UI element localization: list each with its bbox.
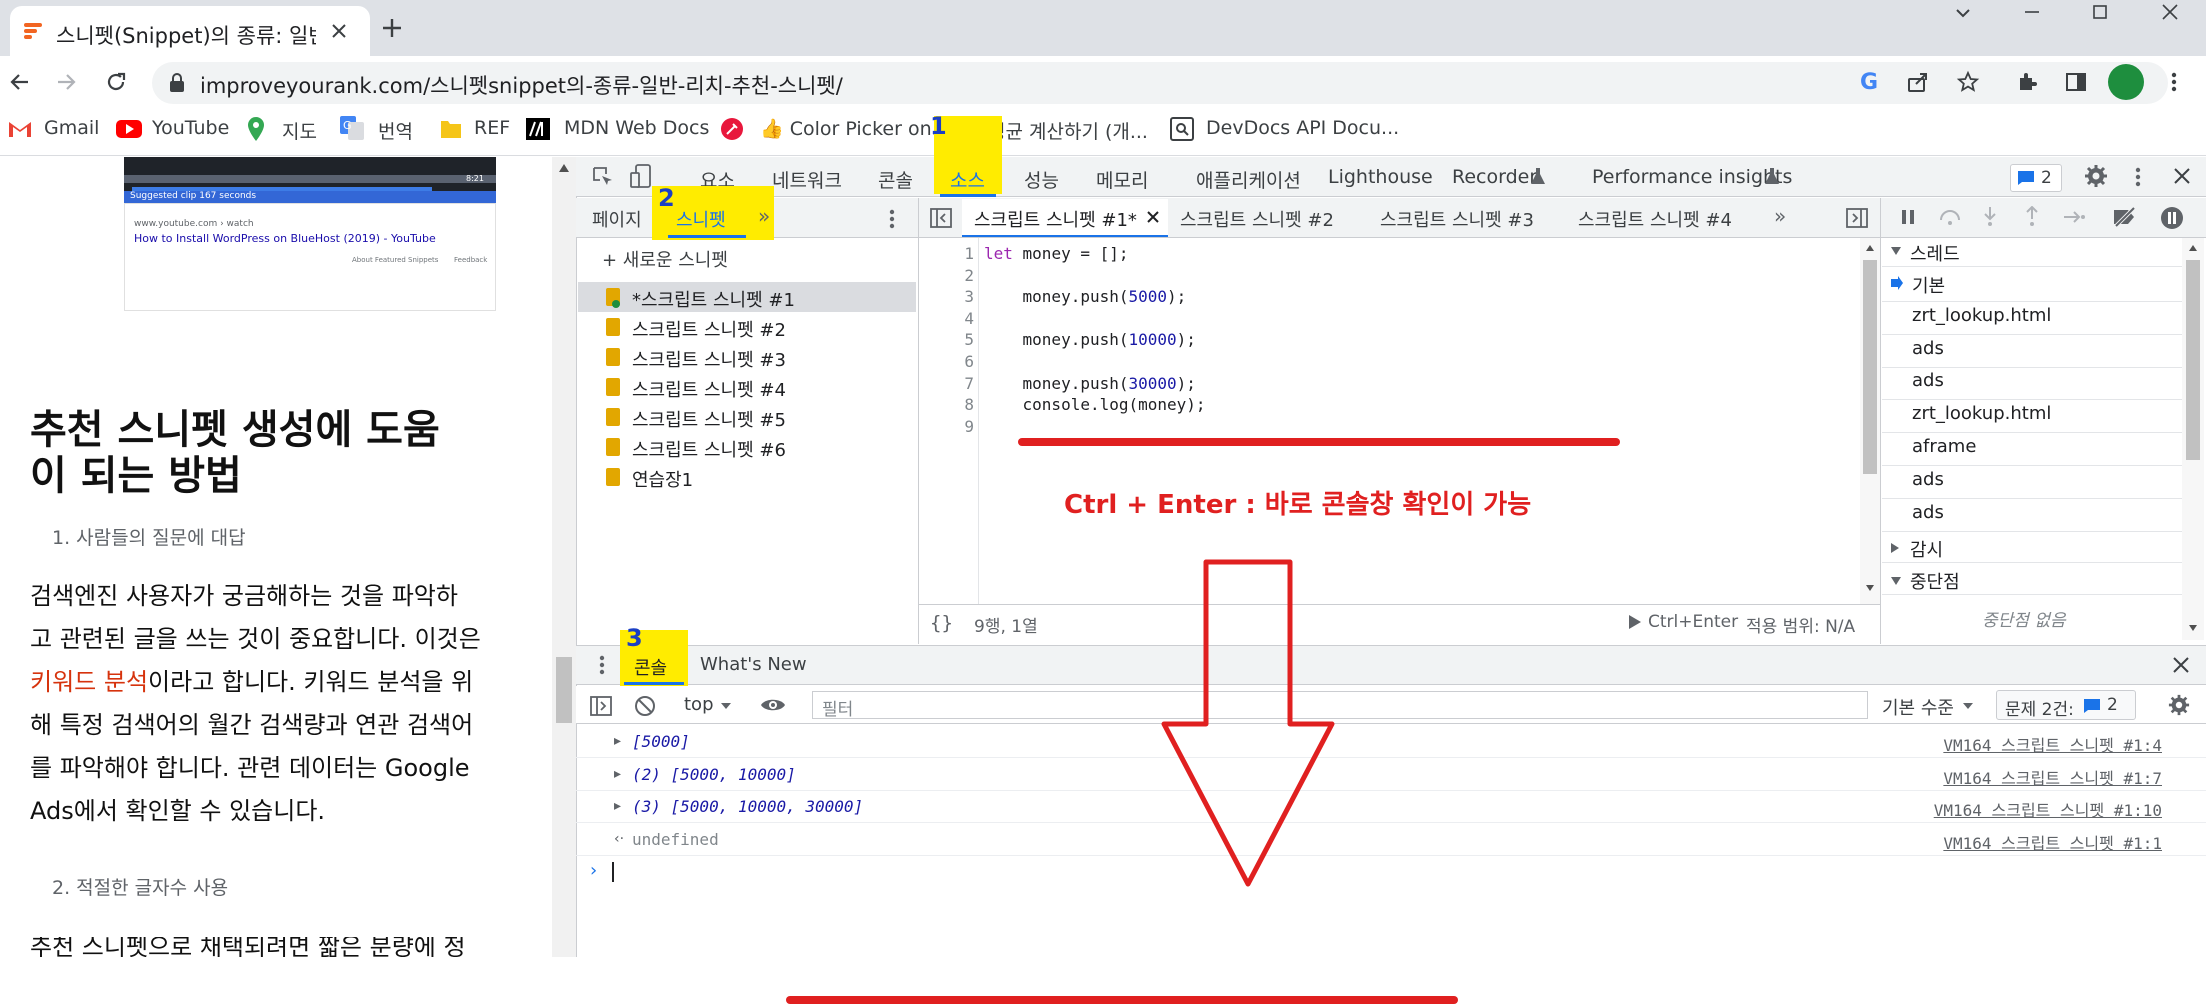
annotation-note: Ctrl + Enter : 바로 콘솔창 확인이 가능 [1064,490,1532,520]
annotation-down-arrow [1161,559,1335,887]
